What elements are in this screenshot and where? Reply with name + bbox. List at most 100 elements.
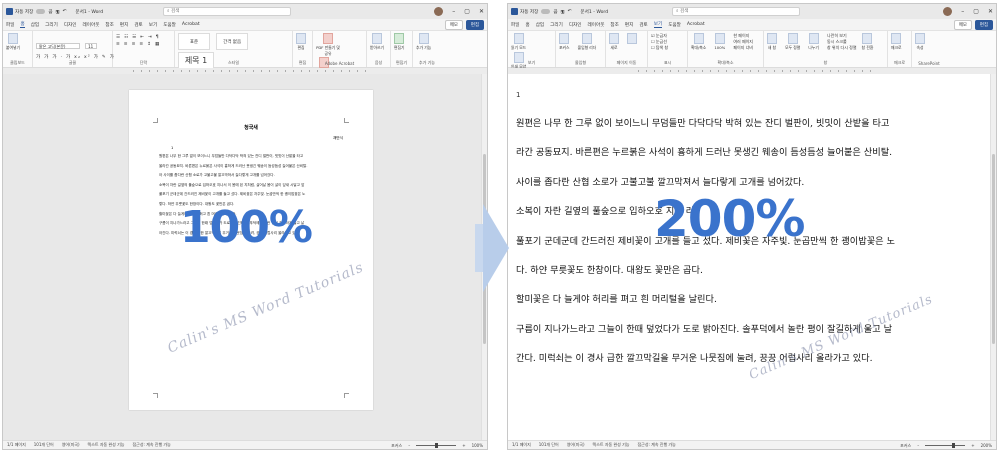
reset-position-button[interactable]: 창 위치 다시 정렬 [827, 45, 857, 51]
minimize-icon[interactable]: – [961, 8, 964, 15]
editor-button[interactable]: 편집기 [394, 33, 404, 51]
editing-button[interactable]: 편집 [974, 20, 993, 30]
style-normal[interactable]: 표준 [178, 33, 210, 50]
zoom-button[interactable]: 확대/축소 [691, 33, 706, 51]
align-buttons[interactable]: ≡ ≡ ≡ ≡ ↕ ▦ [116, 42, 171, 47]
tab-design[interactable]: 디자인 [569, 22, 582, 28]
tab-home[interactable]: 홈 [525, 22, 529, 28]
editing-button[interactable]: 편집 [465, 20, 484, 30]
tab-acrobat[interactable]: Acrobat [182, 22, 200, 27]
status-page[interactable]: 1/1 페이지 [7, 442, 26, 448]
scroll-thumb[interactable] [992, 154, 995, 344]
create-pdf-button[interactable]: PDF 만들기 및 공유 [316, 33, 340, 57]
focus-button[interactable]: 포커스 [391, 443, 402, 449]
zoom-slider[interactable] [925, 443, 966, 448]
tab-acrobat[interactable]: Acrobat [687, 22, 705, 27]
status-accessibility[interactable]: 접근성: 계속 진행 가능 [132, 442, 170, 448]
document-canvas[interactable]: 1 원편은 나무 한 그루 없이 보이느니 무덤들만 다닥다닥 박혀 있는 잔디… [508, 74, 996, 440]
paste-button[interactable]: 붙여넣기 [6, 33, 20, 51]
tab-design[interactable]: 디자인 [64, 22, 77, 28]
tab-draw[interactable]: 그리기 [550, 22, 563, 28]
zoom-out-icon[interactable]: – [408, 443, 410, 448]
zoom-slider-knob[interactable] [434, 443, 438, 448]
status-language[interactable]: 영어(미국) [567, 442, 585, 448]
properties-button[interactable]: 속성 [915, 33, 925, 51]
nav-pane-checkbox[interactable]: ☐ 탐색 창 [651, 45, 684, 51]
zoom-in-icon[interactable]: + [971, 443, 974, 448]
zoom-in-icon[interactable]: + [462, 443, 465, 448]
status-accessibility[interactable]: 접근성: 계속 진행 가능 [637, 442, 675, 448]
autosave-toggle[interactable] [36, 9, 46, 14]
maximize-icon[interactable]: ▢ [464, 8, 470, 15]
split-button[interactable]: 나누기 [808, 33, 819, 51]
tab-review[interactable]: 검토 [639, 22, 647, 28]
arrange-all-button[interactable]: 모두 정렬 [785, 33, 800, 51]
tab-review[interactable]: 검토 [134, 22, 142, 28]
avatar[interactable] [434, 7, 444, 16]
save-icon[interactable]: 🖫 [56, 8, 60, 16]
tab-file[interactable]: 파일 [6, 22, 14, 28]
status-words[interactable]: 101개 단어 [539, 442, 559, 448]
page-width-button[interactable]: 페이지 너비 [733, 45, 753, 51]
comments-button[interactable]: 메모 [444, 20, 463, 30]
tab-references[interactable]: 참조 [610, 22, 618, 28]
undo-icon[interactable]: ↶ [63, 9, 67, 14]
comments-button[interactable]: 메모 [953, 20, 972, 30]
font-size-select[interactable]: 11 [85, 43, 98, 49]
props-label: 속성 [916, 45, 924, 50]
dictate-button[interactable]: 받아쓰기 [370, 33, 384, 51]
macros-button[interactable]: 매크로 [891, 33, 901, 51]
status-words[interactable]: 101개 단어 [34, 442, 54, 448]
zoom-slider-knob[interactable] [951, 443, 955, 448]
tab-help[interactable]: 도움말 [668, 22, 681, 28]
zoom-100-button[interactable]: 100% [714, 33, 725, 50]
tab-home[interactable]: 홈 [20, 21, 25, 28]
switch-windows-button[interactable]: 창 전환 [862, 33, 873, 51]
tab-insert[interactable]: 삽입 [536, 22, 544, 28]
tab-layout[interactable]: 레이아웃 [588, 22, 605, 28]
style-no-spacing[interactable]: 간격 없음 [216, 33, 249, 50]
status-predict[interactable]: 텍스트 자동 완성 기능 [593, 442, 630, 448]
read-mode-button[interactable]: 읽기 모드 [511, 33, 526, 51]
status-page[interactable]: 1/1 페이지 [512, 442, 531, 448]
tab-help[interactable]: 도움말 [163, 22, 176, 28]
document-canvas[interactable]: 청국새 채만식 1 원편은 나무 한 그루 없이 보이느니 무덤들만 다닥다닥 … [3, 74, 487, 440]
status-language[interactable]: 영어(미국) [62, 442, 80, 448]
save-icon[interactable]: 🖫 [561, 8, 565, 16]
tab-references[interactable]: 참조 [105, 22, 113, 28]
focus-button[interactable]: 포커스 [559, 33, 569, 51]
new-window-button[interactable]: 새 창 [767, 33, 777, 51]
zoom-level[interactable]: 200% [981, 443, 992, 448]
focus-icon [559, 33, 570, 44]
autosave-toggle[interactable] [541, 9, 551, 14]
search-input[interactable]: ⌕ 검색 [163, 7, 291, 16]
close-icon[interactable]: ✕ [479, 8, 484, 15]
side-to-side-button[interactable] [627, 33, 638, 45]
maximize-icon[interactable]: ▢ [973, 8, 979, 15]
tab-view[interactable]: 보기 [149, 22, 157, 28]
close-icon[interactable]: ✕ [988, 8, 993, 15]
tab-view[interactable]: 보기 [653, 21, 663, 28]
search-input[interactable]: ⌕ 검색 [672, 7, 800, 16]
vertical-button[interactable]: 세로 [609, 33, 619, 51]
tab-mailings[interactable]: 편지 [120, 22, 128, 28]
minimize-icon[interactable]: – [452, 8, 455, 15]
tab-file[interactable]: 파일 [511, 22, 519, 28]
addins-button[interactable]: 추가 기능 [416, 33, 431, 51]
paragraph-buttons[interactable]: ☰ ☷ ☱ ⇤ ⇥ ¶ [116, 35, 171, 40]
zoom-level[interactable]: 100% [472, 443, 483, 448]
immersive-reader-button[interactable]: 몰입형 리더 [578, 33, 596, 51]
zoom-out-icon[interactable]: – [917, 443, 919, 448]
avatar[interactable] [943, 7, 953, 16]
focus-button[interactable]: 포커스 [900, 443, 911, 449]
zoom-slider[interactable] [416, 443, 457, 448]
undo-icon[interactable]: ↶ [568, 9, 572, 14]
vertical-scrollbar[interactable] [990, 74, 996, 440]
tab-draw[interactable]: 그리기 [45, 22, 58, 28]
status-predict[interactable]: 텍스트 자동 완성 기능 [88, 442, 125, 448]
tab-insert[interactable]: 삽입 [31, 22, 39, 28]
font-name-select[interactable]: 맑은 고딕(본문) [36, 43, 80, 49]
find-button[interactable]: 편집 [296, 33, 306, 51]
tab-layout[interactable]: 레이아웃 [83, 22, 100, 28]
tab-mailings[interactable]: 편지 [625, 22, 633, 28]
